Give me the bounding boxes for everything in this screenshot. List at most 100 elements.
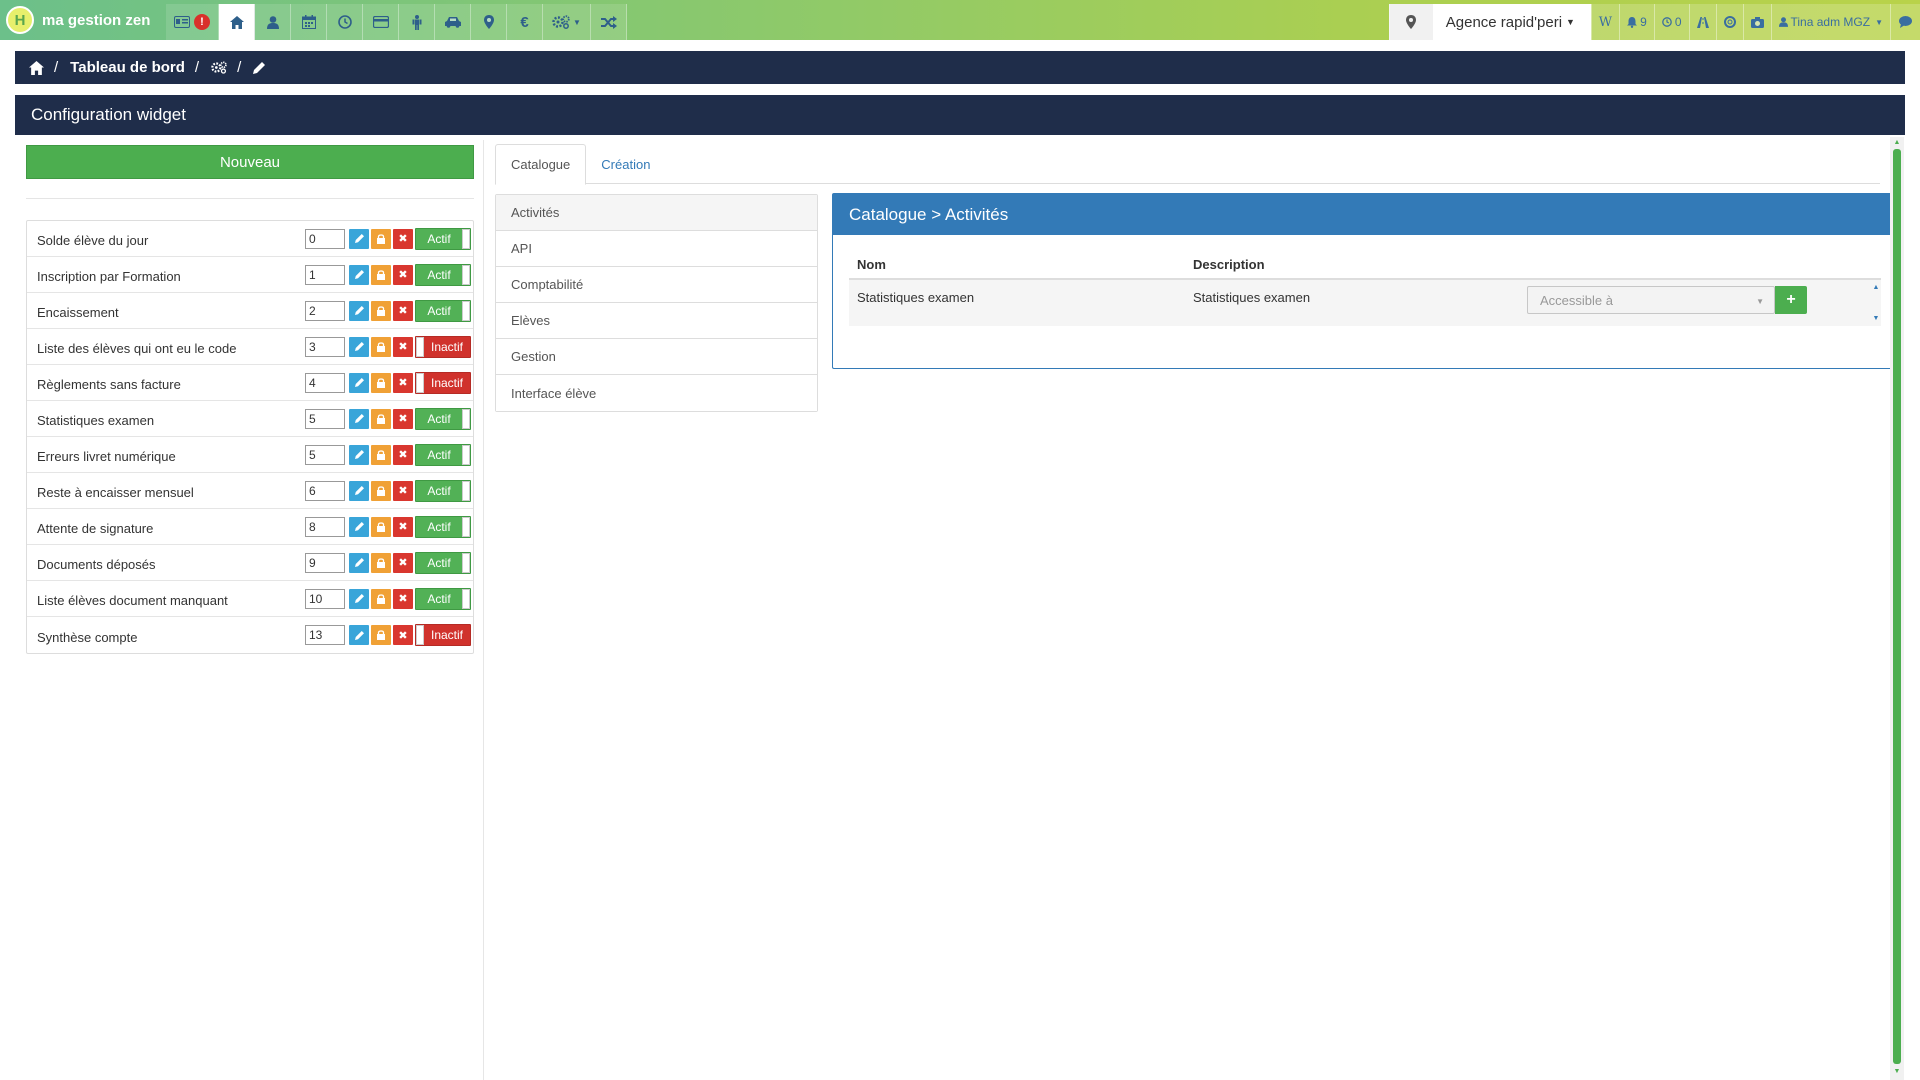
status-toggle[interactable]: Actif (415, 299, 471, 322)
row-scroller[interactable]: ▲ ▼ (1871, 284, 1881, 322)
scroll-down-arrow-icon[interactable]: ▼ (1890, 1066, 1904, 1076)
category-item[interactable]: Interface élève (496, 375, 817, 411)
w-button[interactable]: W (1590, 4, 1620, 40)
status-toggle[interactable]: Actif (415, 443, 471, 466)
delete-button[interactable]: ✖ (393, 444, 413, 465)
menu-hours[interactable] (327, 4, 363, 40)
order-input[interactable] (305, 444, 345, 465)
user-menu[interactable]: Tina adm MGZ ▼ (1770, 4, 1890, 40)
app-logo[interactable]: H ma gestion zen (6, 5, 150, 35)
order-input[interactable] (305, 336, 345, 357)
edit-button[interactable] (349, 588, 369, 609)
status-toggle[interactable]: Inactif (415, 371, 471, 394)
tab-creation[interactable]: Création (586, 144, 665, 184)
status-toggle[interactable]: Inactif (415, 624, 471, 646)
edit-button[interactable] (349, 552, 369, 573)
delete-button[interactable]: ✖ (393, 336, 413, 357)
delete-button[interactable]: ✖ (393, 625, 413, 645)
category-item[interactable]: Gestion (496, 339, 817, 375)
order-input[interactable] (305, 516, 345, 537)
screenshot-button[interactable] (1742, 4, 1771, 40)
edit-button[interactable] (349, 336, 369, 357)
edit-button[interactable] (349, 300, 369, 321)
order-input[interactable] (305, 552, 345, 573)
chat-button[interactable] (1890, 4, 1920, 40)
lock-button[interactable] (371, 516, 391, 537)
menu-locations[interactable] (471, 4, 507, 40)
tab-catalogue[interactable]: Catalogue (495, 144, 587, 185)
status-toggle[interactable]: Actif (415, 587, 471, 610)
breadcrumb-dashboard[interactable]: Tableau de bord (70, 59, 185, 76)
menu-settings[interactable]: ▼ (543, 4, 591, 40)
delete-button[interactable]: ✖ (393, 228, 413, 249)
scroll-thumb[interactable] (1893, 149, 1901, 1064)
lock-button[interactable] (371, 444, 391, 465)
menu-students[interactable] (255, 4, 291, 40)
status-toggle[interactable]: Actif (415, 263, 471, 286)
lock-button[interactable] (371, 372, 391, 393)
lock-button[interactable] (371, 264, 391, 285)
edit-button[interactable] (349, 480, 369, 501)
delete-button[interactable]: ✖ (393, 516, 413, 537)
menu-id-card[interactable]: ! (166, 4, 219, 40)
order-input[interactable] (305, 372, 345, 393)
status-toggle[interactable]: Actif (415, 479, 471, 502)
scroll-up-arrow-icon[interactable]: ▲ (1890, 137, 1904, 147)
menu-home[interactable] (219, 4, 255, 40)
new-widget-button[interactable]: Nouveau (26, 145, 474, 179)
edit-button[interactable] (349, 625, 369, 645)
delete-button[interactable]: ✖ (393, 408, 413, 429)
status-toggle[interactable]: Actif (415, 551, 471, 574)
status-toggle[interactable]: Actif (415, 515, 471, 538)
edit-button[interactable] (349, 228, 369, 249)
lock-button[interactable] (371, 480, 391, 501)
lock-button[interactable] (371, 588, 391, 609)
status-toggle[interactable]: Actif (415, 407, 471, 430)
edit-button[interactable] (349, 372, 369, 393)
lock-button[interactable] (371, 228, 391, 249)
category-item[interactable]: Activités (496, 195, 817, 231)
lock-button[interactable] (371, 552, 391, 573)
edit-button[interactable] (349, 444, 369, 465)
edit-button[interactable] (349, 516, 369, 537)
notifications-button[interactable]: 9 (1619, 4, 1654, 40)
menu-shuffle[interactable] (591, 4, 627, 40)
delete-button[interactable]: ✖ (393, 480, 413, 501)
page-scrollbar[interactable]: ▲ ▼ (1890, 137, 1904, 1080)
home-icon[interactable] (29, 60, 44, 75)
lock-button[interactable] (371, 336, 391, 357)
order-input[interactable] (305, 300, 345, 321)
delete-button[interactable]: ✖ (393, 552, 413, 573)
order-input[interactable] (305, 264, 345, 285)
status-toggle[interactable]: Actif (415, 227, 471, 250)
edit-button[interactable] (349, 264, 369, 285)
lock-button[interactable] (371, 408, 391, 429)
delete-button[interactable]: ✖ (393, 588, 413, 609)
menu-calendar[interactable] (291, 4, 327, 40)
menu-vehicles[interactable] (435, 4, 471, 40)
add-button[interactable]: + (1775, 286, 1807, 314)
agency-select[interactable]: Agence rapid'peri ▼ (1432, 4, 1591, 40)
delete-button[interactable]: ✖ (393, 372, 413, 393)
lock-button[interactable] (371, 625, 391, 645)
road-button[interactable] (1688, 4, 1716, 40)
category-item[interactable]: Elèves (496, 303, 817, 339)
accessible-select[interactable]: Accessible à ▼ (1527, 286, 1775, 314)
menu-payments[interactable] (363, 4, 399, 40)
agency-location-button[interactable] (1388, 4, 1433, 40)
menu-pedestrian[interactable] (399, 4, 435, 40)
cogs-icon[interactable] (211, 61, 227, 74)
support-button[interactable] (1715, 4, 1743, 40)
order-input[interactable] (305, 408, 345, 429)
delete-button[interactable]: ✖ (393, 264, 413, 285)
category-item[interactable]: Comptabilité (496, 267, 817, 303)
order-input[interactable] (305, 480, 345, 501)
order-input[interactable] (305, 625, 345, 645)
lock-button[interactable] (371, 300, 391, 321)
status-toggle[interactable]: Inactif (415, 335, 471, 358)
alerts-button[interactable]: 0 (1653, 4, 1689, 40)
order-input[interactable] (305, 228, 345, 249)
delete-button[interactable]: ✖ (393, 300, 413, 321)
edit-button[interactable] (349, 408, 369, 429)
menu-finance[interactable]: € (507, 4, 543, 40)
